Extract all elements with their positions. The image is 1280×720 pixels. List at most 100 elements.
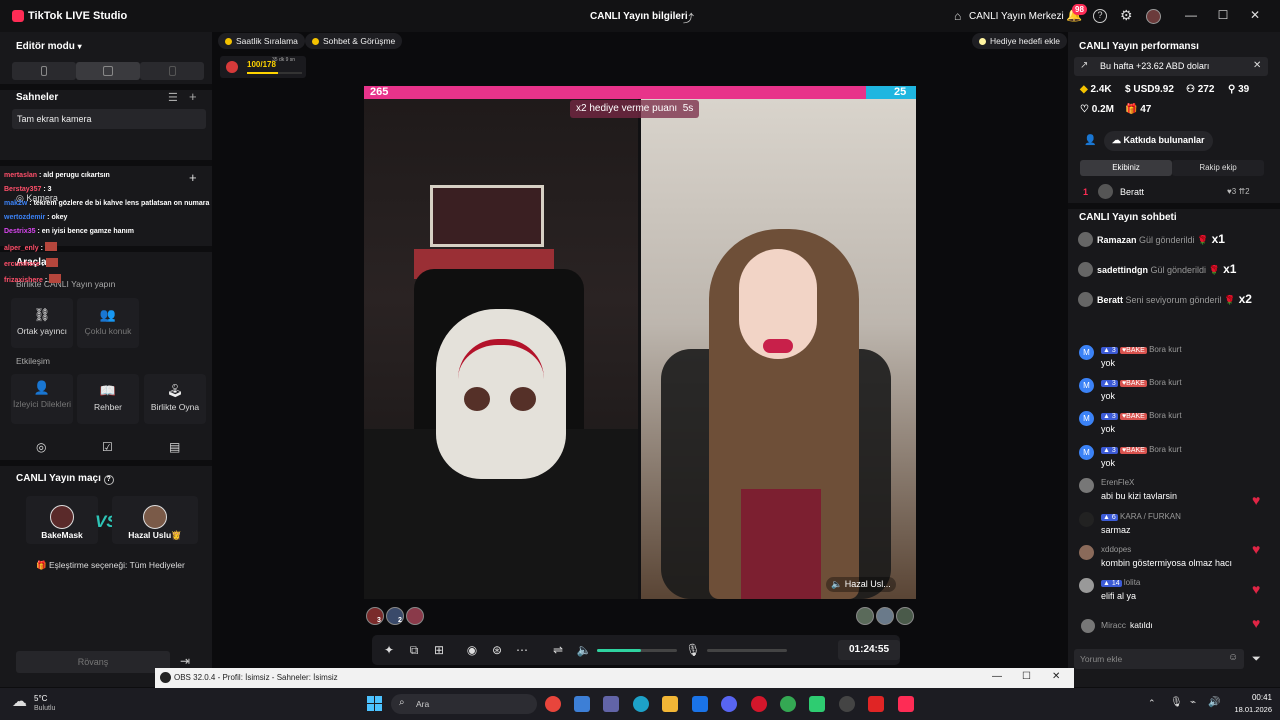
gift-goal-chip[interactable]: Hediye hedefi ekle: [972, 33, 1067, 49]
gear-icon[interactable]: ⚙: [1120, 7, 1133, 24]
chat-call-chip[interactable]: Sohbet & Görüşme: [305, 33, 403, 49]
weekly-earnings-banner[interactable]: ↗ Bu hafta +23.62 ABD doları ✕: [1074, 57, 1268, 76]
list-icon[interactable]: ☰: [168, 91, 178, 104]
live-info-title[interactable]: CANLI Yayın bilgileri: [590, 11, 688, 22]
share-icon[interactable]: ⤴: [683, 10, 694, 26]
top-gifter-avatar[interactable]: [406, 607, 424, 625]
gift-sender: Ramazan: [1097, 235, 1137, 245]
mail-icon[interactable]: [692, 696, 708, 712]
chat-message[interactable]: M ▲ 3 ♥BAKE Bora kurt yok: [1079, 445, 1239, 473]
avatar: [1078, 232, 1093, 247]
cohost-label: Ortak yayıncı: [16, 326, 68, 336]
guide-button[interactable]: 📖 Rehber: [77, 374, 139, 424]
top-gifter-avatar[interactable]: [896, 607, 914, 625]
more-icon[interactable]: ⋯: [514, 643, 530, 657]
youtube-icon[interactable]: [868, 696, 884, 712]
add-scene-icon[interactable]: +: [189, 89, 197, 104]
chat-message[interactable]: M ▲ 3 ♥BAKE Bora kurt yok: [1079, 345, 1239, 373]
close-icon[interactable]: ✕: [1246, 8, 1264, 22]
adjust-icon[interactable]: ⇌: [550, 643, 566, 657]
stat-gifts: 🎁 47: [1125, 104, 1151, 115]
record-icon[interactable]: ◉: [464, 643, 480, 657]
layout-icon[interactable]: ⊞: [431, 643, 447, 657]
contributors-button[interactable]: ☁ Katkıda bulunanlar: [1104, 131, 1213, 151]
live-center-link[interactable]: CANLI Yayın Merkezi: [969, 11, 1064, 22]
volume-slider[interactable]: [597, 649, 677, 652]
teams-icon[interactable]: [603, 696, 619, 712]
chevron-up-icon[interactable]: ⌃: [1148, 698, 1156, 709]
store-icon[interactable]: [574, 696, 590, 712]
link-icon: ⛓: [33, 307, 51, 322]
taskbar-search[interactable]: ⌕ Ara: [391, 694, 537, 714]
whatsapp-icon[interactable]: [809, 696, 825, 712]
play-together-button[interactable]: 🕹 Birlikte Oyna: [144, 374, 206, 424]
stat-likes: ♡ 0.2M: [1080, 104, 1114, 115]
help-icon[interactable]: ?: [1093, 9, 1107, 23]
screen-share-icon[interactable]: ⧉: [406, 643, 422, 658]
maximize-icon[interactable]: ☐: [1214, 8, 1232, 22]
chat-message[interactable]: ErenFleX abi bu kizi tavlarsin: [1079, 478, 1239, 506]
overlay-chat-text: : tekrem gözlere de bi kahve lens patlat…: [27, 200, 210, 207]
multi-guest-button[interactable]: 👥 Çoklu konuk: [77, 298, 139, 348]
rematch-button[interactable]: Rövanş: [16, 651, 170, 673]
edge-icon[interactable]: [633, 696, 649, 712]
match-option[interactable]: 🎁 Eşleştirme seçeneği: Tüm Hediyeler: [36, 560, 185, 571]
target-icon[interactable]: ◎: [36, 440, 46, 454]
scene-item-fullscreen-camera[interactable]: Tam ekran kamera: [12, 109, 206, 129]
chat-message[interactable]: M ▲ 3 ♥BAKE Bora kurt yok: [1079, 378, 1239, 406]
hourly-ranking-chip[interactable]: Saatlik Sıralama: [218, 33, 305, 49]
minimize-icon[interactable]: —: [1182, 8, 1200, 22]
weather-icon[interactable]: ☁: [12, 692, 27, 710]
exit-icon[interactable]: ⇥: [180, 654, 190, 668]
top-gifter-avatar[interactable]: [856, 607, 874, 625]
top-gifter-avatar[interactable]: [876, 607, 894, 625]
gift-goal-widget[interactable]: 100/178 35 dk 9 sn: [220, 56, 306, 78]
chat-message[interactable]: xddopes kombin göstermiyosa olmaz hacı: [1079, 545, 1239, 573]
microphone-tray-icon[interactable]: 🎙: [1170, 697, 1183, 708]
microphone-icon[interactable]: 🎙: [685, 643, 701, 657]
discord-icon[interactable]: [721, 696, 737, 712]
chat-message[interactable]: ▲ 14 lolita elifi al ya: [1079, 578, 1239, 606]
add-source-icon[interactable]: +: [189, 170, 197, 185]
landscape-layout-tab[interactable]: [76, 62, 140, 80]
editor-mode-dropdown[interactable]: Editör modu ▾: [16, 41, 82, 52]
box-icon[interactable]: ▤: [169, 440, 180, 454]
mic-slider[interactable]: [707, 649, 787, 652]
chrome-alt-icon[interactable]: [780, 696, 796, 712]
obs-window-bar[interactable]: OBS 32.0.4 - Profil: İsimsiz - Sahneler:…: [155, 668, 1074, 688]
file-explorer-icon[interactable]: [662, 696, 678, 712]
viewer-wishes-button[interactable]: 👤 İzleyici Dilekleri: [11, 374, 73, 424]
chrome-icon[interactable]: [545, 696, 561, 712]
emoji-icon[interactable]: ☺: [1228, 652, 1238, 663]
chat-message[interactable]: M ▲ 3 ♥BAKE Bora kurt yok: [1079, 411, 1239, 439]
split-layout-tab[interactable]: [140, 62, 204, 80]
avatar[interactable]: [1146, 9, 1161, 24]
top-gifter-avatar[interactable]: [366, 607, 384, 625]
help-icon[interactable]: ?: [103, 475, 114, 485]
tiktok-live-studio-icon[interactable]: [898, 696, 914, 712]
effects-icon[interactable]: ⊛: [489, 643, 505, 657]
opera-icon[interactable]: [751, 696, 767, 712]
fan-badge: ♥BAKE: [1120, 413, 1147, 420]
tab-your-team[interactable]: Ekibiniz: [1080, 160, 1172, 176]
volume-icon[interactable]: 🔈: [576, 643, 592, 657]
person-add-icon[interactable]: 👤: [1084, 135, 1096, 146]
chat-message[interactable]: ▲ 6 KARA / FURKAN sarmaz: [1079, 512, 1239, 540]
close-icon[interactable]: ✕: [1052, 671, 1060, 682]
close-icon[interactable]: ✕: [1253, 60, 1261, 71]
obs-taskbar-icon[interactable]: [839, 696, 855, 712]
network-icon[interactable]: ⌁: [1190, 697, 1196, 708]
checklist-icon[interactable]: ☑: [102, 440, 113, 454]
portrait-layout-tab[interactable]: [12, 62, 76, 80]
magic-wand-icon[interactable]: ✦: [381, 643, 397, 657]
maximize-icon[interactable]: ☐: [1022, 671, 1031, 682]
comment-input[interactable]: Yorum ekle ☺: [1074, 649, 1244, 669]
cohost-button[interactable]: ⛓ Ortak yayıncı: [11, 298, 73, 348]
title-bar: TikTok LIVE Studio CANLI Yayın bilgileri…: [0, 0, 1280, 32]
speaker-tray-icon[interactable]: 🔊: [1208, 697, 1220, 708]
filter-icon[interactable]: ⏷: [1252, 653, 1261, 666]
minimize-icon[interactable]: —: [992, 671, 1002, 682]
bulb-icon: [979, 38, 986, 45]
windows-start-icon[interactable]: [367, 696, 383, 712]
tab-rival-team[interactable]: Rakip ekip: [1172, 160, 1264, 176]
